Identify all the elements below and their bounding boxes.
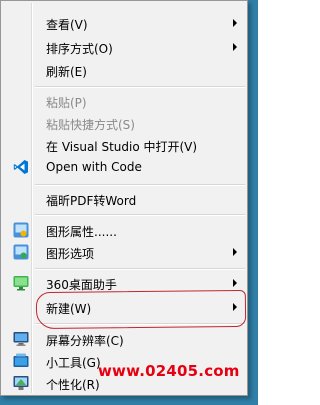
menu-item-label: 刷新(E) [46, 65, 87, 79]
graphics-properties-icon [13, 222, 29, 238]
menu-item-graphics-properties[interactable]: 图形属性...... [3, 219, 245, 241]
menu-item-label: 屏幕分辨率(C) [46, 334, 124, 348]
menu-item-paste[interactable]: 粘贴(P) [3, 90, 245, 112]
menu-item-label: 福昕PDF转Word [46, 194, 137, 208]
360-desktop-assistant-icon [13, 275, 29, 291]
watermark-text: www.02405.com [98, 362, 240, 380]
menu-item-paste-shortcut[interactable]: 粘贴快捷方式(S) [3, 112, 245, 134]
menu-item-label: 排序方式(O) [46, 42, 113, 56]
menu-item-label: 小工具(G) [46, 356, 101, 370]
graphics-options-icon [13, 244, 29, 260]
menu-separator [35, 268, 245, 270]
submenu-arrow-icon [233, 248, 237, 256]
submenu-arrow-icon [233, 279, 237, 287]
annotation-highlight-box [35, 289, 247, 330]
menu-separator [35, 86, 245, 88]
menu-item-label: 图形属性...... [46, 225, 117, 239]
menu-item-label: 粘贴(P) [46, 96, 87, 110]
menu-item-open-in-visual-studio[interactable]: 在 Visual Studio 中打开(V) [3, 134, 245, 156]
menu-item-open-with-code[interactable]: Open with Code [3, 156, 245, 178]
personalize-icon [13, 375, 29, 391]
gadgets-icon [13, 353, 29, 369]
menu-item-view[interactable]: 查看(V) [3, 12, 245, 34]
submenu-arrow-icon [233, 19, 237, 27]
menu-item-label: Open with Code [46, 160, 142, 174]
vscode-icon [13, 159, 29, 175]
desktop-context-menu: 查看(V) 排序方式(O) 刷新(E) 粘贴(P) 粘贴快捷方式(S) 在 Vi… [0, 0, 248, 396]
menu-separator [35, 214, 245, 216]
submenu-arrow-icon [233, 43, 237, 51]
menu-item-label: 查看(V) [46, 18, 88, 32]
menu-item-label: 粘贴快捷方式(S) [46, 118, 135, 132]
menu-item-label: 图形选项 [46, 247, 95, 261]
menu-item-graphics-options[interactable]: 图形选项 [3, 241, 245, 263]
menu-item-refresh[interactable]: 刷新(E) [3, 59, 245, 81]
menu-item-label: 在 Visual Studio 中打开(V) [46, 140, 198, 154]
menu-item-screen-resolution[interactable]: 屏幕分辨率(C) [3, 328, 245, 350]
menu-item-sort-by[interactable]: 排序方式(O) [3, 36, 245, 58]
menu-separator [35, 184, 245, 186]
menu-item-foxit-pdf-to-word[interactable]: 福昕PDF转Word [3, 188, 245, 210]
screen-resolution-icon [13, 331, 29, 347]
menu-item-label: 个性化(R) [46, 378, 100, 392]
